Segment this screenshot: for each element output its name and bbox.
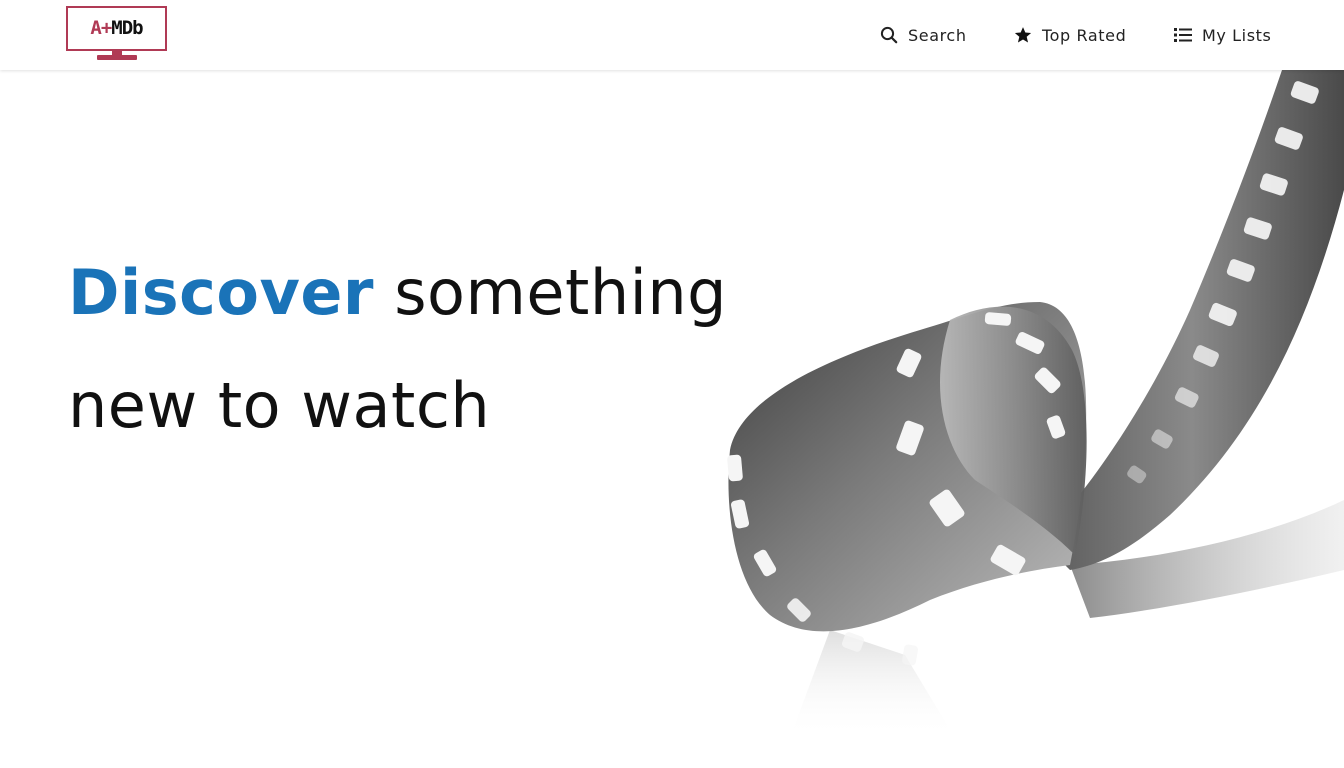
nav-top-rated[interactable]: Top Rated (1014, 24, 1126, 46)
logo-text: A+MDb (90, 17, 143, 39)
logo-stand-base (97, 55, 137, 60)
nav-my-lists-label: My Lists (1202, 25, 1272, 45)
hero-title-line-1: Discover something (68, 236, 727, 349)
nav-top-rated-label: Top Rated (1042, 25, 1127, 45)
star-icon (1014, 26, 1032, 44)
page: A+MDb Search Top Rated My Lists Discover… (0, 0, 1344, 768)
hero-title-line-2: new to watch (68, 369, 491, 442)
search-icon (880, 26, 898, 44)
nav-my-lists[interactable]: My Lists (1174, 24, 1271, 46)
site-logo[interactable]: A+MDb (66, 6, 167, 60)
logo-main-text: MDb (111, 17, 143, 39)
logo-screen: A+MDb (66, 6, 167, 51)
film-reel-illustration (700, 70, 1344, 768)
hero-accent-word: Discover (68, 256, 375, 329)
hero-line-1-rest: something (394, 256, 727, 329)
nav-search[interactable]: Search (880, 24, 967, 46)
logo-accent-text: A+ (90, 17, 112, 39)
hero-title: Discover something new to watch (68, 236, 727, 462)
nav-search-label: Search (908, 25, 967, 45)
list-icon (1174, 26, 1192, 44)
site-header: A+MDb Search Top Rated My Lists (0, 0, 1344, 70)
